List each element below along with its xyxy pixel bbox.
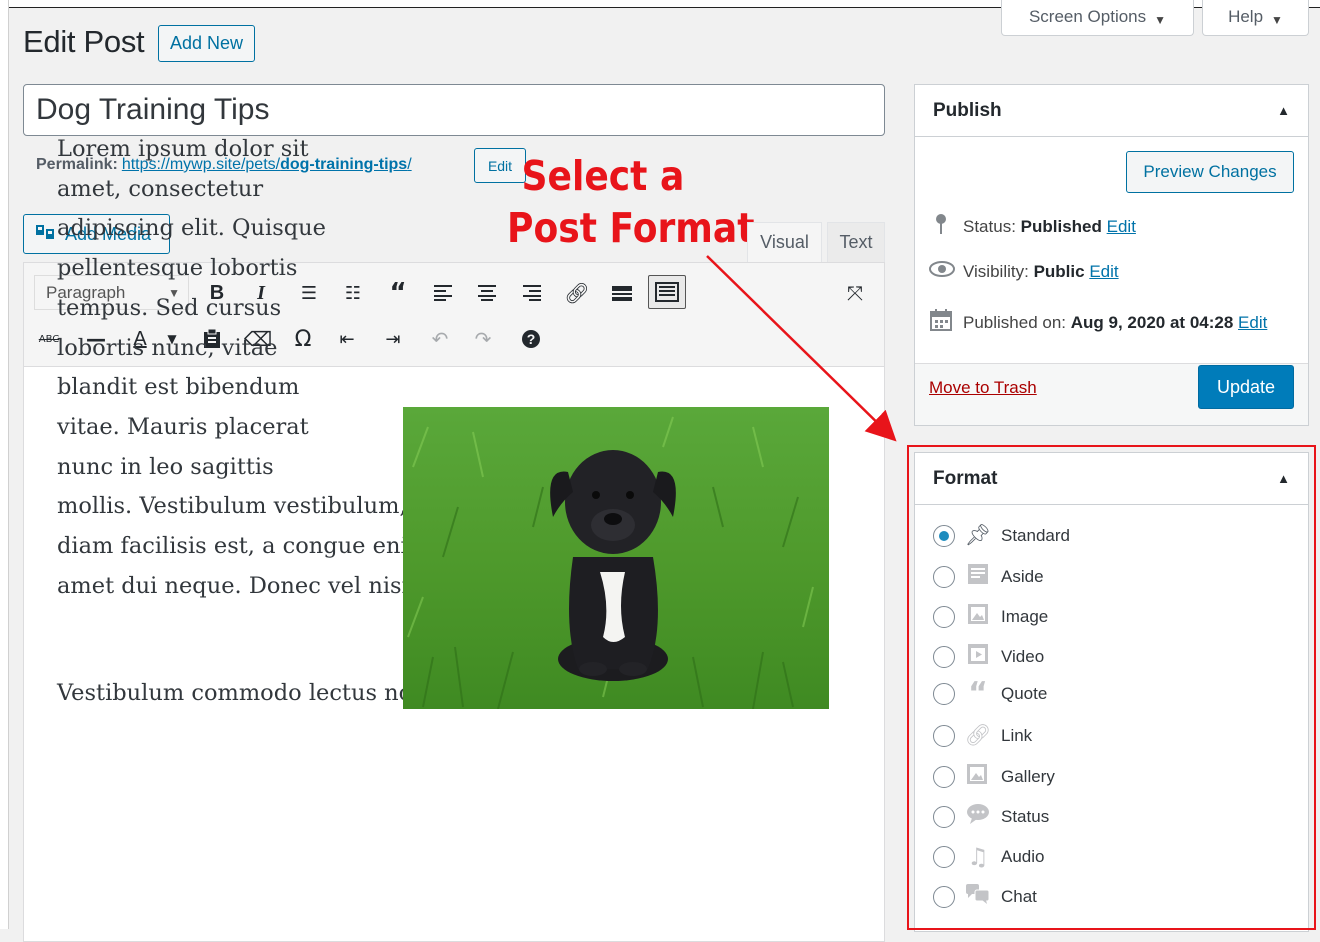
- annotation-arrow: [706, 255, 897, 442]
